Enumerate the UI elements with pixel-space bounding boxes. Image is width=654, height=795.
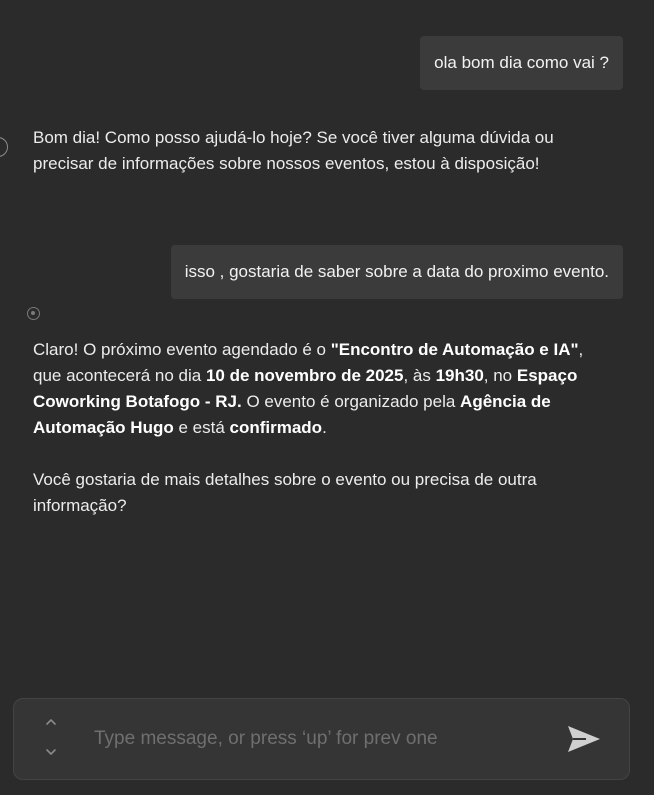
text-segment: e está: [173, 418, 230, 437]
assistant-avatar-icon: [27, 307, 40, 320]
user-message: isso , gostaria de saber sobre a data do…: [170, 245, 623, 299]
assistant-message: Bom dia! Como posso ajudá-lo hoje? Se vo…: [33, 125, 613, 177]
chat-transcript: ola bom dia como vai ? Bom dia! Como pos…: [0, 0, 654, 690]
event-status: confirmado: [229, 418, 323, 437]
assistant-message-text: Bom dia! Como posso ajudá-lo hoje? Se vo…: [33, 128, 554, 173]
history-navigation: [42, 713, 60, 765]
assistant-followup-text: Você gostaria de mais detalhes sobre o e…: [33, 470, 537, 515]
text-segment: O evento é organizado pela: [241, 392, 461, 411]
send-icon: [568, 726, 600, 752]
text-segment: Claro! O próximo evento agendado é o: [33, 340, 331, 359]
message-composer: [13, 698, 630, 780]
user-message: ola bom dia como vai ?: [420, 36, 623, 90]
chevron-down-icon[interactable]: [45, 747, 57, 757]
assistant-message-text: Claro! O próximo evento agendado é o "En…: [33, 337, 613, 441]
user-message-text: isso , gostaria de saber sobre a data do…: [184, 262, 609, 281]
event-time: 19h30: [435, 366, 484, 385]
event-date: 10 de novembro de 2025: [205, 366, 404, 385]
user-message-text: ola bom dia como vai ?: [434, 53, 609, 72]
message-input[interactable]: [94, 721, 534, 757]
text-segment: , no: [483, 366, 517, 385]
text-segment: , às: [403, 366, 436, 385]
text-segment: .: [322, 418, 327, 437]
assistant-avatar-icon: [0, 137, 8, 157]
assistant-message: Claro! O próximo evento agendado é o "En…: [33, 337, 613, 519]
chevron-up-icon[interactable]: [45, 717, 57, 727]
send-button[interactable]: [566, 723, 606, 757]
event-name: "Encontro de Automação e IA": [330, 340, 579, 359]
